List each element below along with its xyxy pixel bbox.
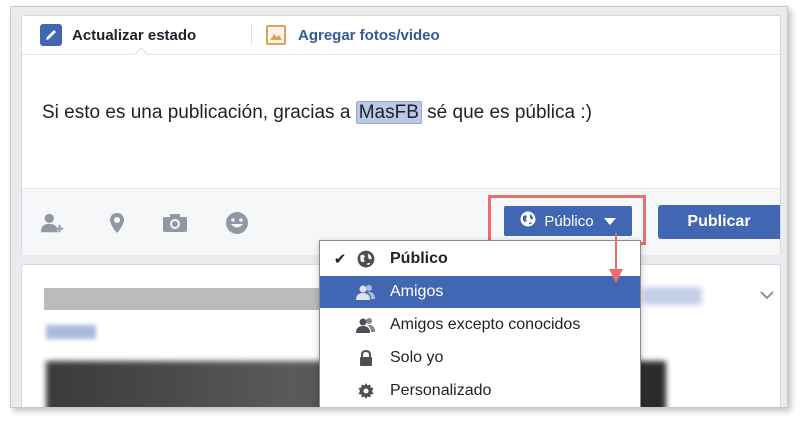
tab-divider [251, 25, 252, 45]
privacy-dropdown-menu: ✔ Público Amigos Amigos excepto conocido… [319, 240, 641, 407]
composer-tabs: Actualizar estado Agregar fotos/video [22, 16, 780, 55]
post-text-input[interactable]: Si esto es una publicación, gracias a Ma… [42, 101, 592, 124]
privacy-option-label: Personalizado [390, 382, 492, 399]
annotation-arrow-icon [609, 233, 623, 290]
post-text-before: Si esto es una publicación, gracias a [42, 102, 356, 123]
privacy-selector-button[interactable]: Público [504, 206, 632, 236]
globe-icon [520, 211, 536, 231]
gear-icon [356, 381, 376, 401]
photo-icon [266, 25, 286, 45]
globe-icon [356, 249, 376, 269]
check-icon: ✔ [333, 251, 347, 268]
privacy-selector-label: Público [544, 212, 594, 230]
privacy-option-friends[interactable]: Amigos [320, 276, 640, 308]
tab-add-photos[interactable]: Agregar fotos/video [266, 24, 440, 46]
blurred-side-link [642, 287, 702, 305]
blurred-author-link [46, 325, 96, 339]
tab-update-status[interactable]: Actualizar estado [40, 24, 196, 46]
location-icon[interactable] [104, 211, 130, 235]
lock-icon [356, 348, 376, 368]
tab-update-status-label: Actualizar estado [72, 26, 197, 44]
privacy-option-only-me[interactable]: Solo yo [320, 342, 640, 374]
status-composer: Actualizar estado Agregar fotos/video Si… [21, 15, 781, 255]
pencil-icon [40, 24, 62, 46]
privacy-option-label: Amigos [390, 283, 444, 300]
tag-friends-icon[interactable] [40, 211, 66, 235]
privacy-option-public[interactable]: ✔ Público [320, 243, 640, 275]
mention-tag[interactable]: MasFB [355, 101, 422, 124]
friends-except-icon [356, 315, 376, 335]
active-tab-caret-inner [135, 49, 147, 55]
publish-button[interactable]: Publicar [658, 205, 780, 239]
friends-icon [356, 282, 376, 302]
screenshot-frame: Actualizar estado Agregar fotos/video Si… [10, 6, 788, 408]
chevron-down-icon [603, 217, 616, 225]
privacy-option-custom[interactable]: Personalizado [320, 375, 640, 407]
privacy-option-label: Amigos excepto conocidos [390, 316, 581, 333]
privacy-option-friends-except[interactable]: Amigos excepto conocidos [320, 309, 640, 341]
camera-icon[interactable] [162, 211, 188, 235]
feeling-icon[interactable] [224, 211, 250, 235]
privacy-option-label: Público [390, 250, 448, 267]
tab-add-photos-label: Agregar fotos/video [298, 26, 440, 44]
post-options-chevron-icon[interactable] [760, 287, 774, 305]
post-text-after: sé que es pública :) [421, 102, 592, 123]
privacy-option-label: Solo yo [390, 349, 444, 366]
